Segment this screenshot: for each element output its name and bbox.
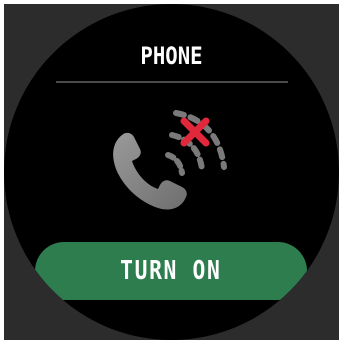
cross-icon (180, 117, 210, 147)
phone-disabled-icon-graphic (113, 110, 227, 210)
title-divider (56, 81, 288, 83)
signal-wave-1 (165, 152, 185, 176)
handset-icon (113, 132, 187, 210)
phone-disabled-icon (100, 97, 250, 212)
screenshot-frame: PHONE TURN ON (0, 0, 343, 345)
turn-on-button-label: TURN ON (120, 256, 222, 286)
turn-on-button[interactable]: TURN ON (35, 242, 307, 300)
watch-screen: PHONE TURN ON (4, 4, 339, 340)
page-title: PHONE (140, 42, 203, 70)
watch-face: PHONE TURN ON (4, 4, 339, 340)
